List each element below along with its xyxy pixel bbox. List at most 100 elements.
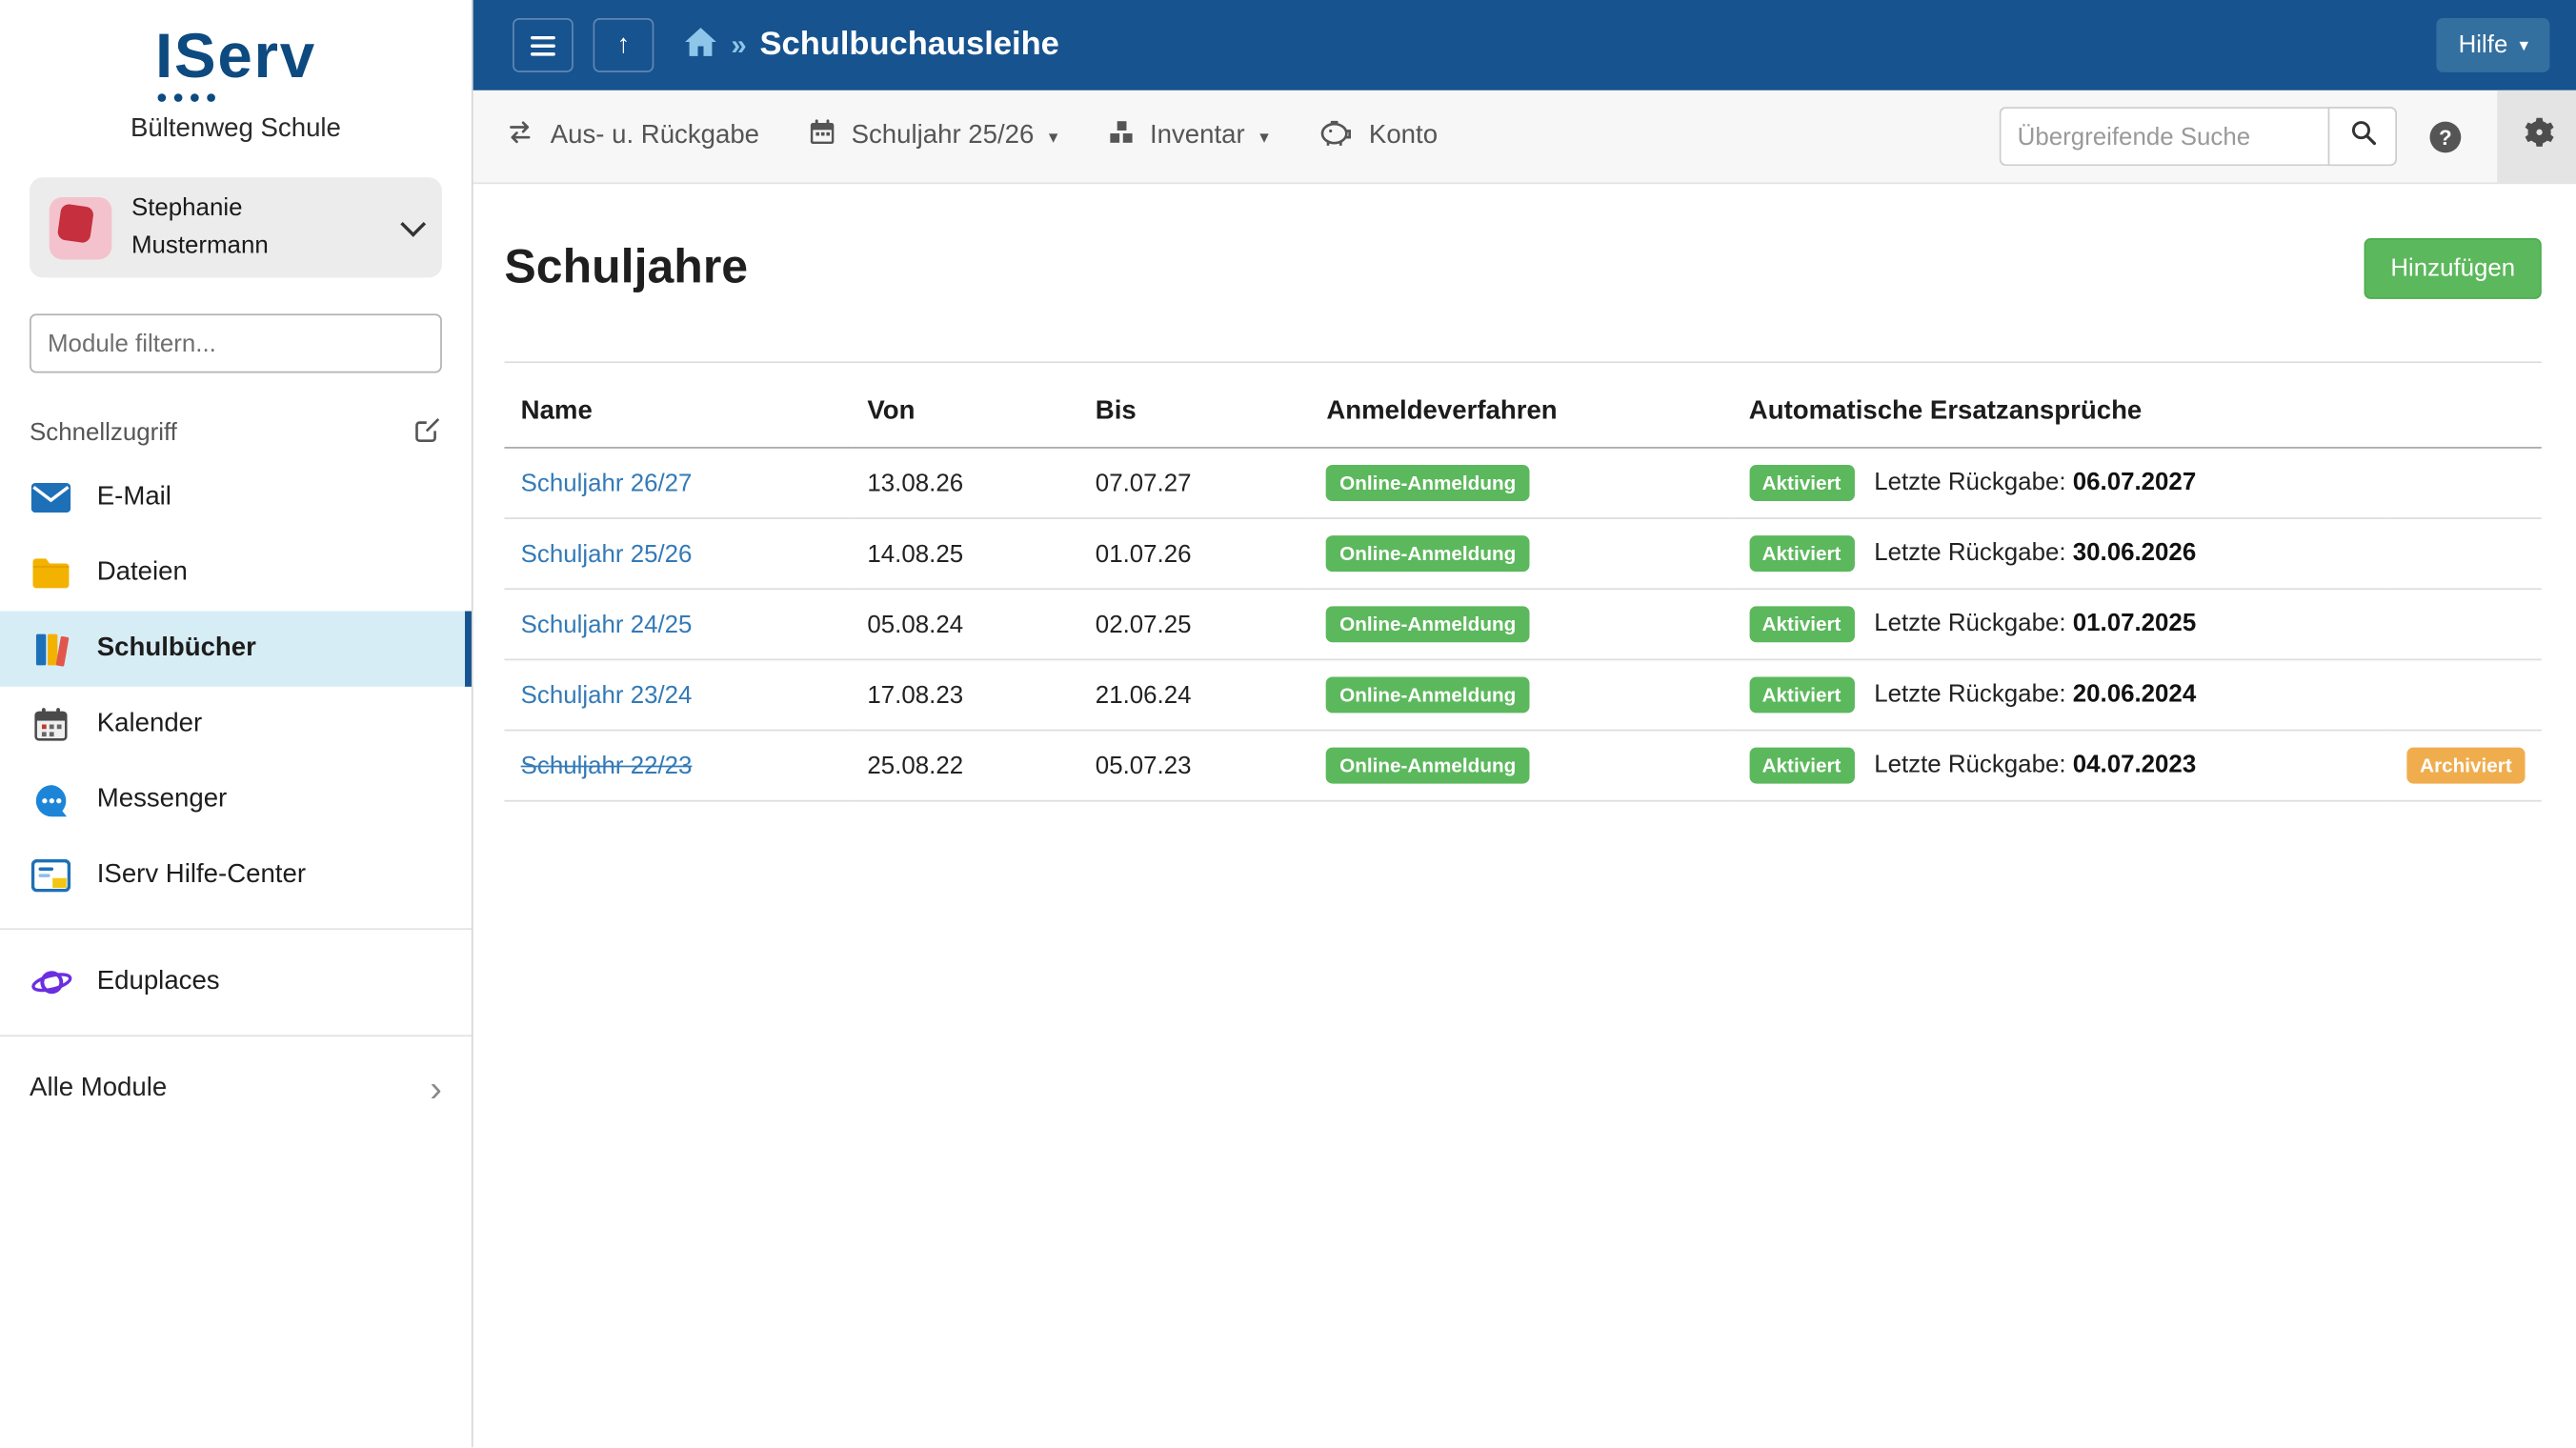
column-header-actions	[2390, 362, 2542, 449]
von-cell: 13.08.26	[851, 447, 1079, 519]
archived-cell	[2390, 659, 2542, 732]
table-row: Schuljahr 22/23 25.08.22 05.07.23 Online…	[504, 730, 2542, 802]
status-badge: Aktiviert	[1748, 535, 1855, 573]
search-input[interactable]	[1999, 107, 2328, 167]
breadcrumb: » Schulbuchausleihe	[683, 26, 1059, 65]
rueckgabe-date: 20.06.2024	[2072, 679, 2197, 709]
sidebar-menu: E-Mail Dateien Schulbücher Kalender Mess…	[0, 460, 472, 914]
table-row: Schuljahr 26/27 13.08.26 07.07.27 Online…	[504, 447, 2542, 519]
messenger-icon	[30, 780, 72, 819]
column-header-von: Von	[851, 362, 1079, 449]
iserv-logo-dots	[0, 93, 472, 102]
schoolyear-link[interactable]: Schuljahr 25/26	[521, 539, 693, 567]
sidebar-item-files[interactable]: Dateien	[0, 535, 472, 611]
rueckgabe-label: Letzte Rückgabe:	[1874, 468, 2066, 496]
table-row: Schuljahr 24/25 05.08.24 02.07.25 Online…	[504, 589, 2542, 661]
anmeldeverfahren-badge: Online-Anmeldung	[1326, 606, 1530, 643]
all-modules-label: Alle Module	[30, 1074, 168, 1103]
search-button[interactable]	[2327, 107, 2398, 167]
bis-cell: 21.06.24	[1078, 659, 1311, 732]
user-name: Stephanie Mustermann	[131, 191, 269, 265]
module-filter-input[interactable]	[30, 313, 442, 373]
search-icon	[2348, 118, 2376, 154]
status-badge: Aktiviert	[1748, 747, 1855, 784]
schoolyear-link[interactable]: Schuljahr 23/24	[521, 681, 693, 709]
chevron-down-icon: ▾	[1259, 127, 1269, 148]
gear-icon	[2520, 115, 2554, 158]
question-mark: ?	[2439, 124, 2452, 150]
sidebar-item-label: Kalender	[96, 709, 203, 738]
status-badge: Aktiviert	[1748, 465, 1855, 501]
help-dropdown-button[interactable]: Hilfe ▾	[2437, 17, 2550, 72]
sidebar: IServ Bültenweg Schule Stephanie Musterm…	[0, 0, 473, 1448]
chevron-down-icon[interactable]	[400, 211, 427, 237]
help-question-icon[interactable]: ?	[2429, 120, 2462, 152]
chevron-down-icon: ▾	[1048, 127, 1058, 148]
archived-cell	[2390, 589, 2542, 661]
sidebar-item-help-center[interactable]: IServ Hilfe-Center	[0, 837, 472, 913]
sidebar-item-label: E-Mail	[96, 483, 171, 512]
exchange-icon	[504, 118, 535, 154]
rueckgabe-date: 04.07.2023	[2072, 751, 2197, 779]
sidebar-item-label: Schulbücher	[96, 634, 256, 662]
iserv-logo: IServ	[0, 27, 472, 102]
archived-badge: Archiviert	[2406, 747, 2526, 784]
column-header-ersatzansprueche: Automatische Ersatzansprüche	[1732, 362, 2391, 449]
toolbar-item-inventar[interactable]: Inventar ▾	[1107, 118, 1269, 154]
rueckgabe-label: Letzte Rückgabe:	[1874, 609, 2066, 638]
quick-access-label: Schnellzugriff	[30, 418, 177, 448]
toolbar-item-ausgabe-rueckgabe[interactable]: Aus- u. Rückgabe	[504, 118, 759, 154]
sidebar-item-label: IServ Hilfe-Center	[96, 860, 307, 889]
breadcrumb-separator: »	[731, 29, 747, 60]
toolbar-item-label: Schuljahr 25/26	[851, 121, 1035, 150]
schoolyear-link[interactable]: Schuljahr 22/23	[521, 752, 693, 779]
settings-gear-button[interactable]	[2497, 90, 2576, 183]
add-button[interactable]: Hinzufügen	[2364, 238, 2542, 299]
chevron-down-icon: ▾	[2519, 35, 2528, 56]
page-breadcrumb-title[interactable]: Schulbuchausleihe	[760, 27, 1059, 65]
anmeldeverfahren-badge: Online-Anmeldung	[1326, 465, 1530, 501]
anmeldeverfahren-badge: Online-Anmeldung	[1326, 676, 1530, 714]
content-area: Schuljahre Hinzufügen Name Von Bis Anmel…	[473, 238, 2576, 802]
von-cell: 05.08.24	[851, 589, 1079, 661]
schoolyear-link[interactable]: Schuljahr 24/25	[521, 611, 693, 638]
sidebar-item-label: Dateien	[96, 558, 188, 587]
anmeldeverfahren-badge: Online-Anmeldung	[1326, 747, 1530, 784]
status-badge: Aktiviert	[1748, 676, 1855, 714]
bis-cell: 01.07.26	[1078, 518, 1311, 591]
column-header-bis: Bis	[1078, 362, 1311, 449]
chevron-right-icon: ›	[430, 1067, 442, 1110]
rueckgabe-date: 01.07.2025	[2072, 609, 2197, 638]
anmeldeverfahren-badge: Online-Anmeldung	[1326, 535, 1530, 573]
toolbar-item-schuljahr[interactable]: Schuljahr 25/26 ▾	[809, 118, 1058, 154]
up-level-button[interactable]: ↑	[593, 17, 654, 72]
menu-toggle-button[interactable]	[513, 17, 574, 72]
toolbar-item-konto[interactable]: Konto	[1318, 118, 1438, 154]
up-arrow-icon: ↑	[616, 30, 631, 59]
sidebar-item-email[interactable]: E-Mail	[0, 460, 472, 535]
sidebar-item-calendar[interactable]: Kalender	[0, 687, 472, 762]
user-card[interactable]: Stephanie Mustermann	[30, 177, 442, 278]
global-search	[1999, 107, 2398, 167]
rueckgabe-label: Letzte Rückgabe:	[1874, 679, 2066, 709]
edit-pencil-icon[interactable]	[414, 415, 442, 450]
sidebar-item-messenger[interactable]: Messenger	[0, 762, 472, 837]
schoolyear-link[interactable]: Schuljahr 26/27	[521, 469, 693, 496]
archived-cell	[2390, 518, 2542, 591]
table-row: Schuljahr 25/26 14.08.25 01.07.26 Online…	[504, 518, 2542, 591]
folder-icon	[30, 553, 72, 593]
home-icon[interactable]	[683, 26, 717, 65]
books-icon	[30, 629, 72, 668]
piggy-bank-icon	[1318, 118, 1354, 154]
module-toolbar: Aus- u. Rückgabe Schuljahr 25/26 ▾ Inven…	[473, 90, 2576, 185]
avatar	[49, 196, 112, 259]
sidebar-item-all-modules[interactable]: Alle Module ›	[0, 1052, 472, 1127]
sidebar-item-schoolbooks[interactable]: Schulbücher	[0, 611, 472, 687]
toolbar-item-label: Inventar	[1149, 121, 1245, 150]
page-title: Schuljahre	[504, 241, 749, 294]
sidebar-item-label: Messenger	[96, 785, 228, 814]
rueckgabe-date: 06.07.2027	[2072, 468, 2197, 496]
sidebar-item-eduplaces[interactable]: Eduplaces	[0, 945, 472, 1020]
calendar-icon	[809, 118, 836, 154]
user-first-name: Stephanie	[131, 193, 243, 222]
